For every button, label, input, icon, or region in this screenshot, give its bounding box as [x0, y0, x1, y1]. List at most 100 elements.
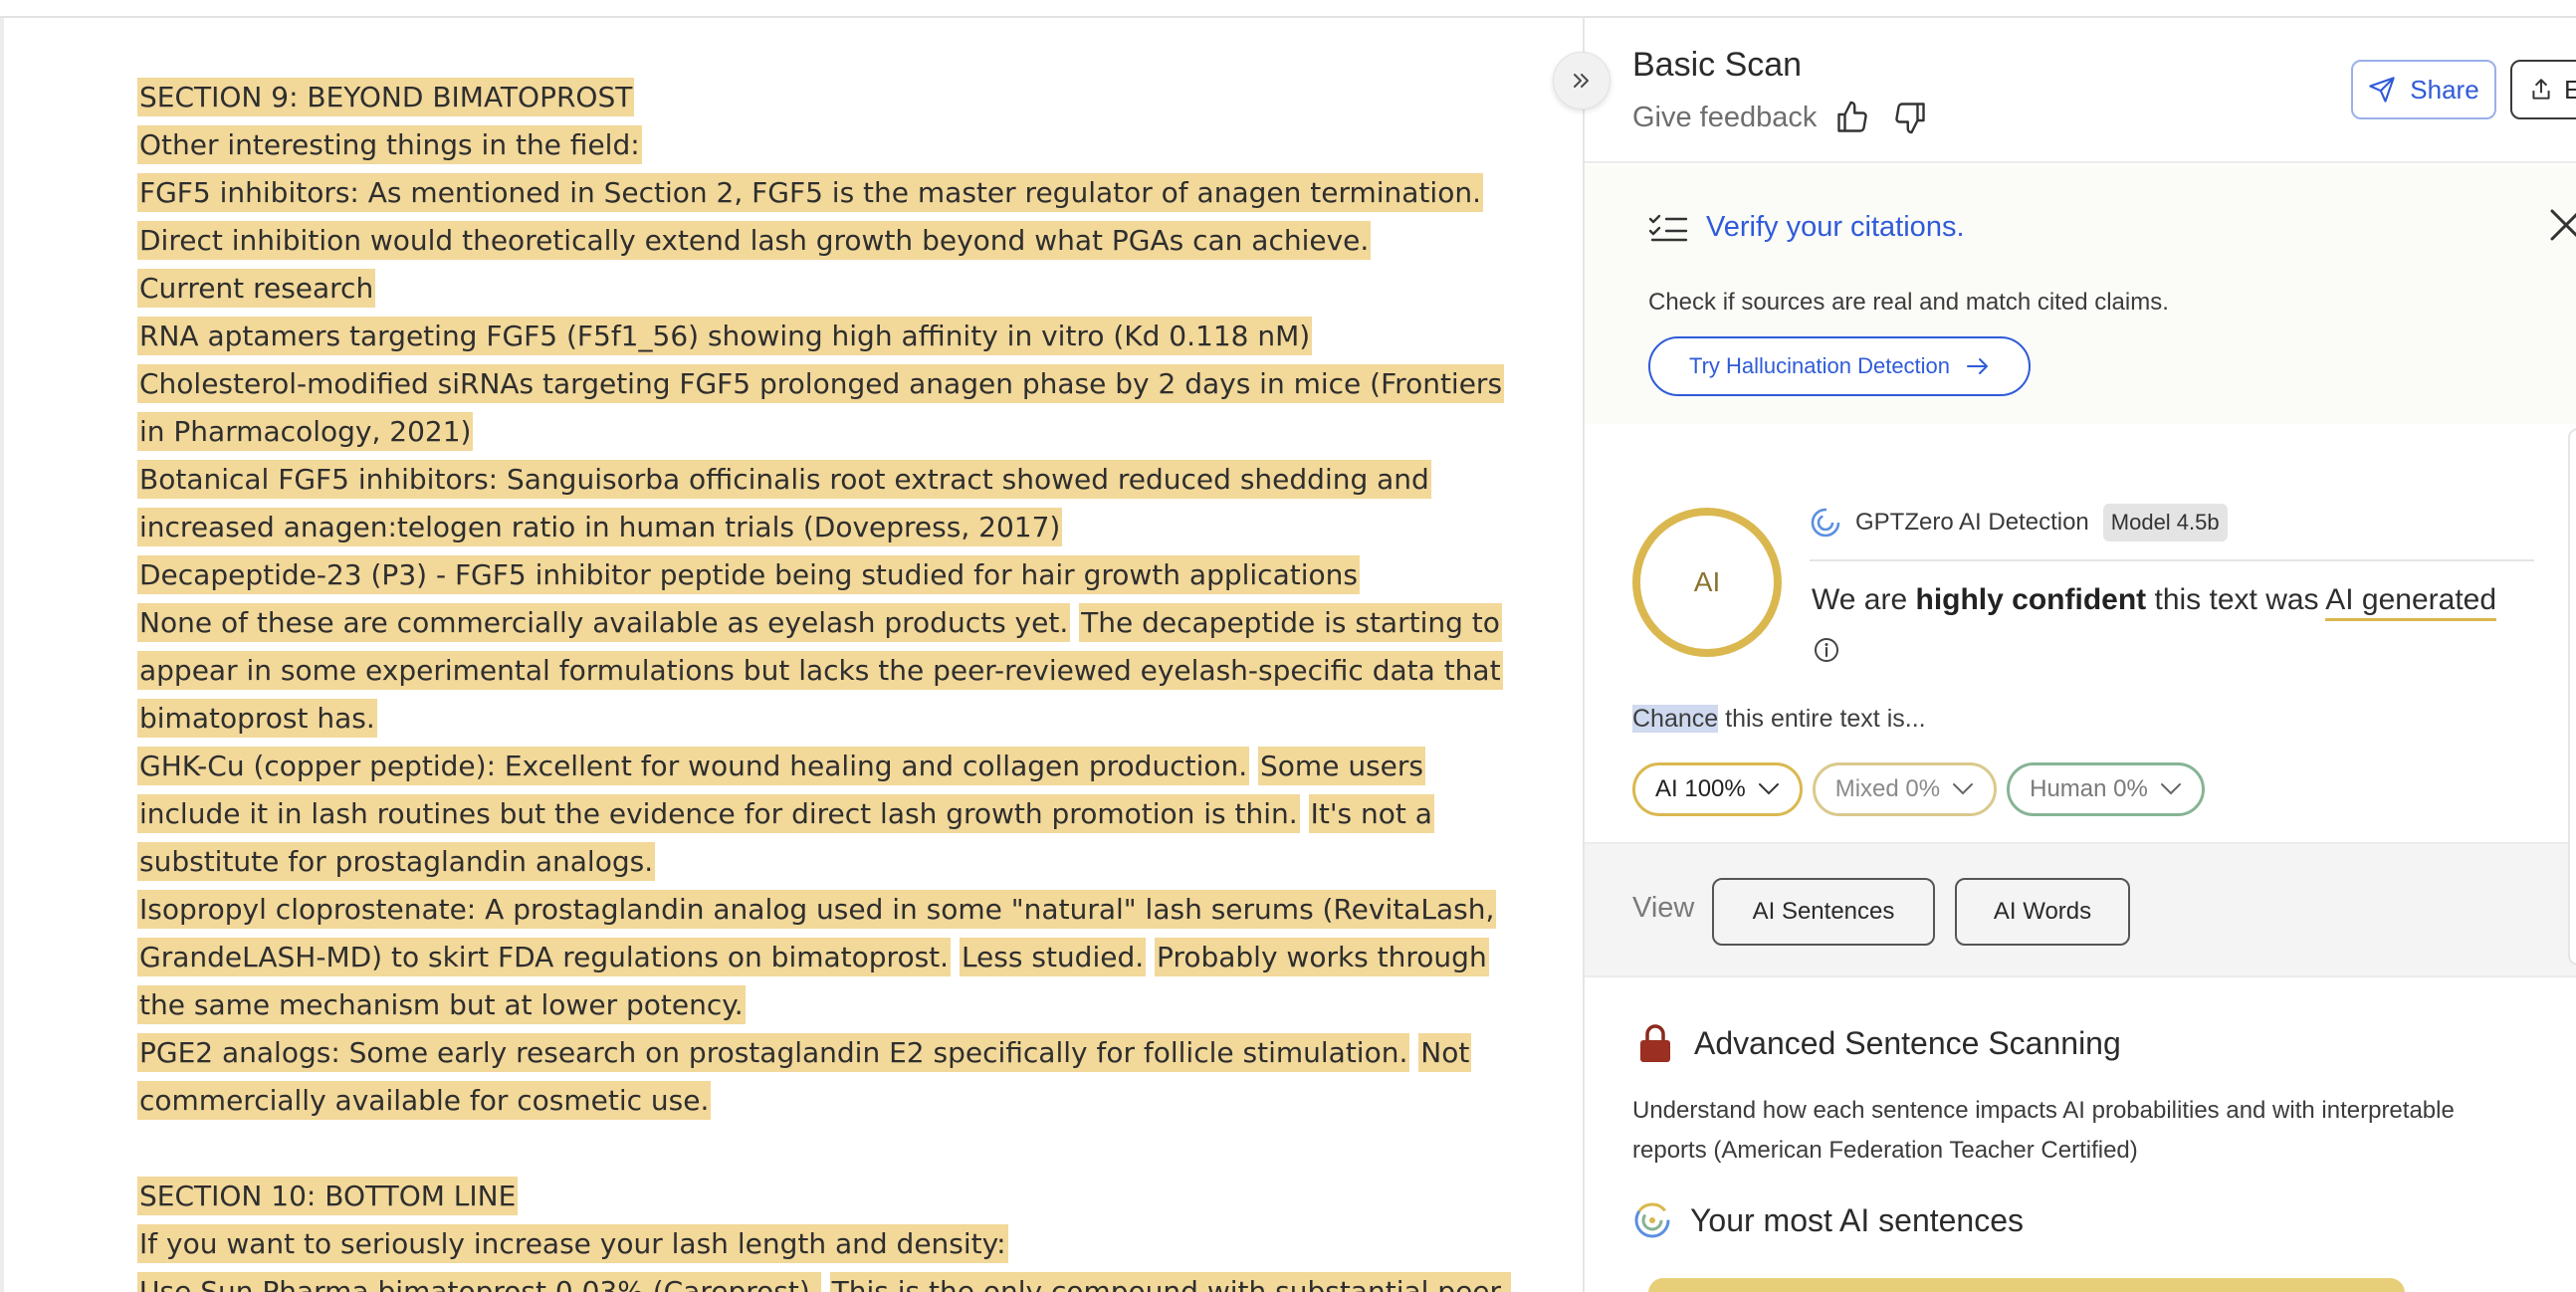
blank-line[interactable] — [137, 1125, 1531, 1173]
highlighted-sentence[interactable]: Isopropyl cloprostenate: A prostaglandin… — [137, 890, 1497, 929]
arrow-right-icon — [1967, 358, 1989, 374]
highlighted-sentence[interactable]: Less studied. — [959, 938, 1147, 976]
highlighted-sentence[interactable]: substitute for prostaglandin analogs. — [137, 842, 656, 881]
text-segment[interactable] — [1070, 606, 1079, 639]
document-line[interactable]: Current research — [137, 265, 1531, 313]
document-pane[interactable]: SECTION 9: BEYOND BIMATOPROST Other inter… — [0, 18, 1583, 1292]
highlighted-sentence[interactable]: RNA aptamers targeting FGF5 (F5f1_56) sh… — [137, 317, 1313, 355]
document-line[interactable]: FGF5 inhibitors: As mentioned in Section… — [137, 169, 1531, 217]
text-segment[interactable] — [951, 941, 960, 973]
document-line[interactable]: GHK-Cu (copper peptide): Excellent for w… — [137, 743, 1531, 790]
document-line[interactable]: SECTION 10: BOTTOM LINE — [137, 1173, 1531, 1220]
document-line[interactable]: None of these are commercially available… — [137, 599, 1531, 647]
document-line[interactable]: RNA aptamers targeting FGF5 (F5f1_56) sh… — [137, 313, 1531, 360]
highlighted-sentence[interactable]: Some users — [1258, 747, 1425, 785]
highlighted-sentence[interactable]: GrandeLASH-MD) to skirt FDA regulations … — [137, 938, 952, 976]
highlighted-sentence[interactable]: GHK-Cu (copper peptide): Excellent for w… — [137, 747, 1250, 785]
document-line[interactable]: appear in some experimental formulations… — [137, 647, 1531, 695]
document-line[interactable]: Other interesting things in the field: — [137, 121, 1531, 169]
document-line[interactable]: the same mechanism but at lower potency. — [137, 981, 1531, 1029]
thumbs-up-icon[interactable] — [1830, 96, 1874, 139]
hallucination-detection-button[interactable]: Try Hallucination Detection — [1648, 336, 2031, 396]
document-line[interactable]: Decapeptide-23 (P3) - FGF5 inhibitor pep… — [137, 551, 1531, 599]
close-icon[interactable] — [2546, 205, 2576, 245]
highlighted-sentence[interactable]: in Pharmacology, 2021) — [137, 412, 474, 451]
highlighted-sentence[interactable]: include it in lash routines but the evid… — [137, 794, 1300, 833]
mixed-probability-pill[interactable]: Mixed 0% — [1812, 762, 1998, 816]
human-probability-pill[interactable]: Human 0% — [2007, 762, 2205, 816]
document-line[interactable]: Direct inhibition would theoretically ex… — [137, 217, 1531, 265]
side-card-edge — [2568, 428, 2576, 966]
verify-title-row: Verify your citations. — [1648, 211, 1965, 244]
confidence-mid: this text was — [2146, 583, 2326, 616]
text-segment[interactable] — [1300, 797, 1309, 830]
confidence-prefix: We are — [1812, 583, 1916, 616]
highlighted-sentence[interactable]: SECTION 9: BEYOND BIMATOPROST — [137, 78, 635, 116]
document-line[interactable]: commercially available for cosmetic use. — [137, 1077, 1531, 1125]
verify-description: Check if sources are real and match cite… — [1648, 289, 2169, 316]
document-line[interactable]: If you want to seriously increase your l… — [137, 1220, 1531, 1268]
highlighted-sentence[interactable]: Other interesting things in the field: — [137, 125, 642, 164]
share-button[interactable]: Share — [2351, 60, 2496, 119]
highlighted-sentence[interactable]: It's not a — [1308, 794, 1434, 833]
ai-sentences-button[interactable]: AI Sentences — [1712, 878, 1935, 946]
highlighted-sentence[interactable]: bimatoprost has. — [137, 699, 377, 738]
document-line[interactable]: increased anagen:telogen ratio in human … — [137, 504, 1531, 551]
confidence-result[interactable]: AI generated — [2325, 583, 2497, 621]
highlighted-sentence[interactable]: SECTION 10: BOTTOM LINE — [137, 1177, 519, 1215]
highlighted-sentence[interactable]: Cholesterol-modified siRNAs targeting FG… — [137, 364, 1505, 403]
export-label: E — [2564, 75, 2576, 106]
share-label: Share — [2410, 74, 2479, 105]
text-segment[interactable] — [1249, 750, 1258, 782]
highlighted-sentence[interactable]: FGF5 inhibitors: As mentioned in Section… — [137, 173, 1483, 212]
highlighted-sentence[interactable]: None of these are commercially available… — [137, 603, 1071, 642]
export-button[interactable]: E — [2510, 60, 2576, 119]
text-segment[interactable] — [1409, 1036, 1418, 1069]
hallucination-button-label: Try Hallucination Detection — [1688, 353, 1951, 378]
highlighted-sentence[interactable]: Botanical FGF5 inhibitors: Sanguisorba o… — [137, 460, 1431, 499]
document-line[interactable]: GrandeLASH-MD) to skirt FDA regulations … — [137, 934, 1531, 981]
detector-name: GPTZero AI Detection — [1855, 509, 2089, 536]
highlighted-sentence[interactable]: increased anagen:telogen ratio in human … — [137, 508, 1063, 546]
document-line[interactable]: Botanical FGF5 inhibitors: Sanguisorba o… — [137, 456, 1531, 504]
highlighted-sentence[interactable]: Probably works through — [1155, 938, 1489, 976]
ai-words-button[interactable]: AI Words — [1955, 878, 2130, 946]
probability-pills: AI 100% Mixed 0% Human 0% — [1632, 762, 2205, 816]
highlighted-sentence[interactable]: appear in some experimental formulations… — [137, 651, 1503, 690]
document-line[interactable]: in Pharmacology, 2021) — [137, 408, 1531, 456]
document-line[interactable]: include it in lash routines but the evid… — [137, 790, 1531, 838]
highlighted-sentence[interactable]: PGE2 analogs: Some early research on pro… — [137, 1033, 1410, 1072]
ai-detection-result: AI GPTZero AI Detection Model 4.5b We ar… — [1585, 424, 2576, 842]
highlighted-sentence[interactable]: This is the only compound with substanti… — [829, 1272, 1512, 1292]
ai-probability-pill[interactable]: AI 100% — [1632, 762, 1803, 816]
document-line[interactable]: Isopropyl cloprostenate: A prostaglandin… — [137, 886, 1531, 934]
top-ai-sentence-bar[interactable] — [1648, 1278, 2405, 1292]
advanced-title: Advanced Sentence Scanning — [1694, 1024, 2121, 1061]
document-line[interactable]: bimatoprost has. — [137, 695, 1531, 743]
chance-rest: this entire text is... — [1718, 705, 1926, 733]
advanced-scanning-section: Advanced Sentence Scanning Understand ho… — [1585, 979, 2576, 1292]
highlighted-sentence[interactable]: If you want to seriously increase your l… — [137, 1224, 1008, 1263]
highlighted-sentence[interactable]: Direct inhibition would theoretically ex… — [137, 221, 1372, 260]
view-toggle-row: View AI Sentences AI Words — [1585, 842, 2576, 977]
text-segment[interactable] — [1146, 941, 1155, 973]
thumbs-down-icon[interactable] — [1888, 96, 1932, 139]
document-line[interactable]: SECTION 9: BEYOND BIMATOPROST — [137, 74, 1531, 121]
highlighted-sentence[interactable]: Decapeptide-23 (P3) - FGF5 inhibitor pep… — [137, 555, 1360, 594]
highlighted-sentence[interactable]: Current research — [137, 269, 376, 308]
info-icon[interactable] — [1812, 635, 1841, 665]
lock-icon — [1640, 1024, 1670, 1062]
document-line[interactable]: Cholesterol-modified siRNAs targeting FG… — [137, 360, 1531, 408]
highlighted-sentence[interactable]: Not — [1418, 1033, 1472, 1072]
document-text[interactable]: SECTION 9: BEYOND BIMATOPROST Other inter… — [137, 74, 1531, 1292]
collapse-panel-button[interactable] — [1553, 52, 1610, 109]
highlighted-sentence[interactable]: The decapeptide is starting to — [1079, 603, 1502, 642]
highlighted-sentence[interactable]: the same mechanism but at lower potency. — [137, 985, 746, 1024]
document-line[interactable]: substitute for prostaglandin analogs. — [137, 838, 1531, 886]
ai-score-ring-label: AI — [1693, 566, 1721, 597]
highlighted-sentence[interactable]: commercially available for cosmetic use. — [137, 1081, 712, 1120]
highlighted-sentence[interactable]: Use Sun Pharma bimatoprost 0.03% (Carepr… — [137, 1272, 821, 1292]
document-line[interactable]: Use Sun Pharma bimatoprost 0.03% (Carepr… — [137, 1268, 1531, 1292]
document-line[interactable]: PGE2 analogs: Some early research on pro… — [137, 1029, 1531, 1077]
text-segment[interactable] — [821, 1275, 830, 1292]
